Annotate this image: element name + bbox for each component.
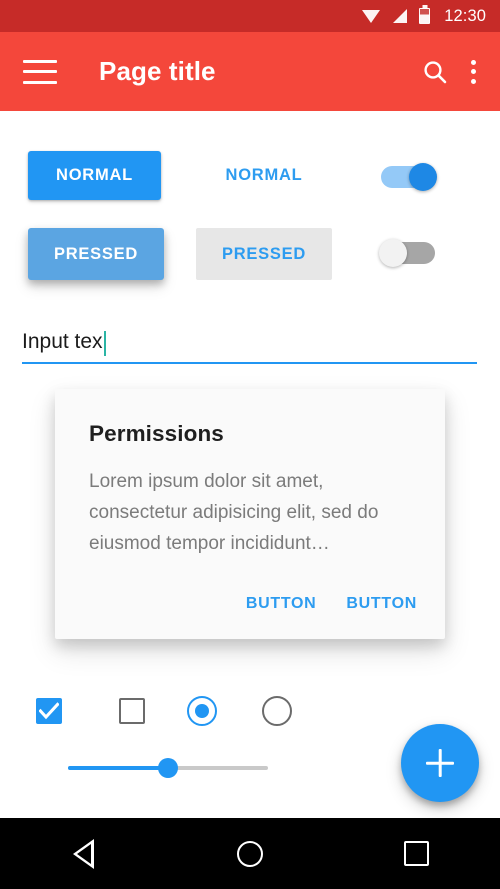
back-icon	[72, 838, 94, 869]
flat-button-pressed[interactable]: PRESSED	[196, 228, 332, 280]
nav-home-button[interactable]	[195, 818, 305, 889]
status-bar: 12:30	[0, 0, 500, 32]
switch-off[interactable]	[379, 239, 441, 267]
battery-icon	[419, 8, 431, 24]
checkmark-icon	[39, 702, 59, 720]
switch-off-thumb[interactable]	[379, 239, 407, 267]
dialog-button-1[interactable]: BUTTON	[244, 591, 319, 617]
slider-fill	[68, 766, 168, 770]
wifi-icon	[362, 8, 381, 24]
slider[interactable]	[68, 756, 268, 780]
app-bar: Page title	[0, 32, 500, 111]
dialog-button-2[interactable]: BUTTON	[344, 591, 419, 617]
dialog-actions: BUTTON BUTTON	[244, 591, 419, 617]
status-clock: 12:30	[444, 6, 486, 25]
text-input-value-row: Input tex	[22, 329, 107, 356]
home-icon	[236, 840, 263, 867]
nav-recents-button[interactable]	[362, 818, 472, 889]
floating-action-button[interactable]	[401, 724, 479, 802]
system-navigation-bar	[0, 818, 500, 889]
text-caret	[103, 331, 107, 356]
nav-back-button[interactable]	[28, 818, 138, 889]
text-input-field[interactable]: Input tex	[22, 316, 477, 364]
page-title: Page title	[99, 56, 216, 86]
app-bar-actions	[422, 59, 500, 85]
checkbox-unchecked[interactable]	[119, 698, 145, 724]
plus-icon-vertical	[438, 749, 442, 777]
recents-icon	[404, 841, 430, 866]
overflow-menu-icon[interactable]	[470, 59, 476, 85]
switch-on-thumb[interactable]	[409, 163, 437, 191]
phone-screen: 12:30 Page title NORMAL PRESSED NORMAL P…	[0, 0, 500, 889]
checkbox-checked[interactable]	[36, 698, 62, 724]
permissions-dialog: Permissions Lorem ipsum dolor sit amet, …	[55, 389, 445, 639]
raised-button-pressed[interactable]: PRESSED	[28, 228, 164, 280]
radio-selected[interactable]	[187, 696, 217, 726]
hamburger-menu-icon[interactable]	[23, 59, 57, 84]
search-icon[interactable]	[422, 59, 448, 85]
text-input-underline	[22, 361, 477, 364]
text-input-value: Input tex	[22, 330, 103, 353]
status-icon-group: 12:30	[362, 7, 486, 26]
radio-unselected[interactable]	[262, 696, 292, 726]
dialog-title: Permissions	[89, 421, 224, 446]
slider-thumb[interactable]	[158, 758, 178, 778]
dialog-body: Lorem ipsum dolor sit amet, consectetur …	[89, 471, 379, 554]
content-area: NORMAL PRESSED NORMAL PRESSED Input tex …	[0, 111, 500, 818]
cell-signal-icon	[392, 8, 408, 24]
raised-button-normal[interactable]: NORMAL	[28, 151, 161, 200]
switch-on[interactable]	[381, 163, 443, 191]
flat-button-normal[interactable]: NORMAL	[196, 151, 332, 200]
